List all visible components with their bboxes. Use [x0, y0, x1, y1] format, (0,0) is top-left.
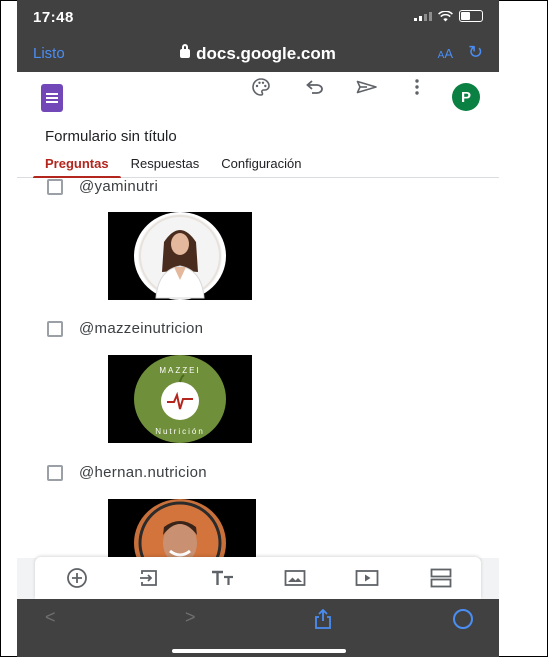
tab-respuestas[interactable]: Respuestas	[131, 156, 200, 179]
phone-screen: 17:48 Listo docs.google.com AA ↻ P Formu…	[17, 0, 499, 657]
status-icons	[414, 10, 483, 22]
tab-configuracion[interactable]: Configuración	[221, 156, 301, 179]
form-title: Formulario sin título	[45, 128, 177, 145]
form-tabs: Preguntas Respuestas Configuración	[33, 156, 301, 179]
option-label: @yaminutri	[79, 178, 159, 195]
add-section-icon[interactable]	[429, 567, 453, 589]
question-toolbar	[35, 557, 481, 599]
forms-app-bar: P	[17, 72, 499, 122]
browser-url-bar: Listo docs.google.com AA ↻	[17, 36, 499, 72]
reload-icon[interactable]: ↻	[468, 42, 483, 63]
status-bar: 17:48	[17, 0, 499, 36]
battery-icon	[459, 10, 483, 22]
option-label: @mazzeinutricion	[79, 320, 204, 337]
back-arrow-icon[interactable]: <	[45, 607, 56, 628]
home-indicator	[172, 649, 346, 653]
add-video-icon[interactable]	[355, 567, 379, 589]
checkbox-option[interactable]: @hernan.nutricion	[47, 464, 207, 481]
account-avatar[interactable]: P	[452, 83, 480, 111]
palette-icon[interactable]	[247, 72, 275, 102]
add-image-icon[interactable]	[283, 567, 307, 589]
more-vert-icon[interactable]	[403, 72, 431, 102]
option-checkbox[interactable]	[47, 464, 63, 481]
checkbox-option[interactable]: @mazzeinutricion	[47, 320, 203, 337]
form-header: Formulario sin título Preguntas Respuest…	[17, 122, 499, 179]
logo-text-top: MAZZEI	[159, 366, 200, 375]
status-time: 17:48	[33, 9, 74, 26]
option-label: @hernan.nutricion	[79, 464, 207, 481]
checkbox-option[interactable]: @yaminutri	[47, 178, 158, 195]
option-image	[108, 212, 252, 300]
lock-icon	[180, 44, 191, 58]
profile-photo-woman	[138, 214, 222, 299]
text-size-button[interactable]: AA	[438, 46, 453, 61]
add-title-icon[interactable]	[211, 567, 235, 589]
browser-bottom-bar: < >	[17, 599, 499, 657]
wifi-icon	[438, 10, 453, 21]
tab-preguntas[interactable]: Preguntas	[33, 156, 121, 179]
cellular-signal-icon	[414, 11, 432, 21]
import-questions-icon[interactable]	[137, 567, 161, 589]
share-icon[interactable]	[314, 608, 332, 634]
option-checkbox[interactable]	[47, 320, 63, 337]
logo-text-bottom: Nutrición	[155, 427, 205, 436]
send-icon[interactable]	[353, 72, 381, 102]
form-content: @yaminutri @mazzeinutricion MAZZEI Nutri…	[17, 178, 499, 558]
url-text: docs.google.com	[196, 44, 336, 63]
option-image: MAZZEI Nutrición	[108, 355, 252, 443]
option-image	[108, 499, 256, 558]
profile-photo-man	[138, 501, 222, 558]
option-checkbox[interactable]	[47, 178, 63, 195]
url-field[interactable]: docs.google.com	[17, 44, 499, 64]
compass-icon[interactable]	[453, 609, 473, 629]
mazzei-nutricion-logo: MAZZEI Nutrición	[138, 357, 222, 441]
forward-arrow-icon[interactable]: >	[185, 607, 196, 628]
google-forms-logo-icon[interactable]	[41, 84, 63, 112]
add-question-icon[interactable]	[65, 567, 89, 589]
question-card: @yaminutri @mazzeinutricion MAZZEI Nutri…	[17, 178, 499, 558]
undo-icon[interactable]	[301, 72, 329, 102]
